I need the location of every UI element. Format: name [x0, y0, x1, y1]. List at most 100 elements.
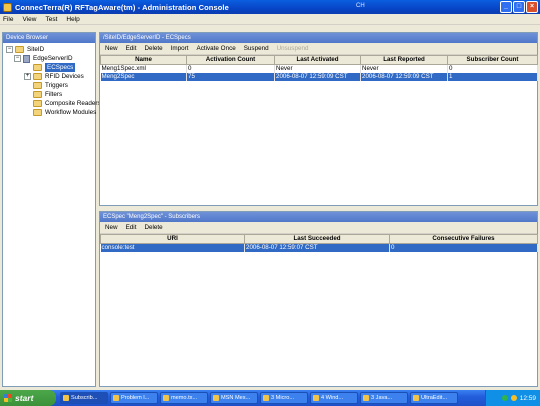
language-indicator: CH — [356, 3, 365, 9]
tree-item-siteid[interactable]: − SiteID — [6, 45, 44, 54]
window-title: ConnecTerra(R) RFTagAware(tm) - Administ… — [15, 2, 229, 12]
minimize-icon[interactable]: _ — [500, 1, 512, 13]
new-button[interactable]: New — [105, 45, 118, 52]
taskbar-item-label: memo.tx... — [171, 395, 198, 401]
table-row[interactable]: console:test 2006-08-07 12:59:07 CST 0 — [100, 243, 538, 252]
tree-item-label: SiteID — [27, 46, 45, 53]
column-header-name[interactable]: Name — [100, 55, 187, 65]
delete-button[interactable]: Delete — [144, 224, 162, 231]
server-icon — [23, 54, 30, 63]
folder-icon — [33, 109, 42, 116]
cell-name: Meng2Spec — [100, 73, 187, 81]
ecspecs-table: Name Activation Count Last Activated Las… — [100, 55, 538, 81]
app-icon — [363, 395, 369, 401]
app-icon — [413, 395, 419, 401]
taskbar-item[interactable]: 3 Micro... — [260, 392, 308, 404]
cell-consecutive-failures: 0 — [389, 243, 538, 252]
app-icon — [113, 395, 119, 401]
folder-icon — [33, 91, 42, 98]
tree-item-label: EdgeServerID — [33, 55, 73, 62]
network-icon[interactable] — [501, 395, 508, 401]
app-icon — [163, 395, 169, 401]
taskbar-item-label: Subscrib... — [71, 395, 98, 401]
expand-icon[interactable]: + — [24, 73, 31, 80]
subscribers-panel-title: ECSpec "Meng2Spec" - Subscribers — [100, 212, 537, 222]
tree-item-edgeserver[interactable]: − EdgeServerID — [14, 54, 73, 63]
tree-item-triggers[interactable]: Triggers — [33, 81, 68, 90]
cell-name: Meng1Spec.xml — [100, 64, 187, 73]
menu-help[interactable]: Help — [66, 16, 79, 23]
subscribers-table: URI Last Succeeded Consecutive Failures … — [100, 234, 538, 252]
taskbar-item[interactable]: Problem l... — [110, 392, 158, 404]
import-button[interactable]: Import — [171, 45, 189, 52]
cell-uri: console:test — [100, 243, 245, 252]
activate-once-button[interactable]: Activate Once — [197, 45, 236, 52]
tree-item-filters[interactable]: Filters — [33, 90, 62, 99]
taskbar-tasks: Subscrib... Problem l... memo.tx... MSN … — [60, 392, 458, 404]
menu-view[interactable]: View — [22, 16, 36, 23]
clock[interactable]: 12:59 — [520, 395, 536, 402]
tree-item-label: Composite Readers — [45, 100, 101, 107]
tree-item-label: Workflow Modules — [45, 109, 97, 116]
start-button[interactable]: start — [0, 390, 56, 406]
taskbar-item[interactable]: 4 Wind... — [310, 392, 358, 404]
menu-file[interactable]: File — [3, 16, 13, 23]
taskbar-item-label: 3 Java... — [371, 395, 393, 401]
edit-button[interactable]: Edit — [126, 224, 137, 231]
taskbar-item[interactable]: UltraEdit... — [410, 392, 458, 404]
edit-button[interactable]: Edit — [126, 45, 137, 52]
cell-last-reported: 2006-08-07 12:59:09 CST — [360, 73, 448, 81]
subscribers-toolbar: New Edit Delete — [100, 222, 537, 234]
ecspecs-panel: /SiteID/EdgeServerID - ECSpecs New Edit … — [99, 32, 538, 206]
taskbar-item[interactable]: 3 Java... — [360, 392, 408, 404]
tree-item-ecspecs[interactable]: ECSpecs — [33, 63, 76, 72]
cell-last-activated: Never — [274, 64, 361, 73]
app-icon — [63, 395, 69, 401]
taskbar-item[interactable]: MSN Mes... — [210, 392, 258, 404]
taskbar-item-label: 4 Wind... — [321, 395, 344, 401]
app-icon — [213, 395, 219, 401]
menu-bar: File View Test Help — [0, 14, 540, 25]
tree-item-composite-readers[interactable]: Composite Readers — [33, 99, 101, 108]
taskbar-item-label: 3 Micro... — [271, 395, 295, 401]
ecspecs-panel-title: /SiteID/EdgeServerID - ECSpecs — [100, 33, 537, 43]
device-browser-panel: Device Browser − SiteID − EdgeServerID E… — [2, 32, 101, 387]
unsuspend-button[interactable]: Unsuspend — [277, 45, 309, 52]
taskbar: start Subscrib... Problem l... memo.tx..… — [0, 390, 540, 406]
window-title-bar[interactable]: ConnecTerra(R) RFTagAware(tm) - Administ… — [0, 0, 540, 14]
column-header-last-activated[interactable]: Last Activated — [274, 55, 361, 65]
table-row[interactable]: Meng1Spec.xml 0 Never Never 0 — [100, 64, 538, 73]
device-browser-title: Device Browser — [3, 33, 95, 43]
tree-item-workflow-modules[interactable]: Workflow Modules — [33, 108, 96, 117]
column-header-subscriber-count[interactable]: Subscriber Count — [447, 55, 538, 65]
new-button[interactable]: New — [105, 224, 118, 231]
collapse-icon[interactable]: − — [6, 46, 13, 53]
cell-activation-count: 0 — [186, 64, 275, 73]
table-row[interactable]: Meng2Spec 75 2006-08-07 12:59:09 CST 200… — [100, 73, 538, 81]
folder-icon — [33, 100, 42, 107]
volume-icon[interactable] — [510, 395, 517, 401]
collapse-icon[interactable]: − — [14, 55, 21, 62]
column-header-activation-count[interactable]: Activation Count — [186, 55, 275, 65]
taskbar-item[interactable]: Subscrib... — [60, 392, 108, 404]
column-header-last-succeeded[interactable]: Last Succeeded — [244, 234, 390, 244]
column-header-last-reported[interactable]: Last Reported — [360, 55, 448, 65]
suspend-button[interactable]: Suspend — [244, 45, 269, 52]
app-icon — [3, 2, 12, 12]
maximize-icon[interactable]: □ — [513, 1, 525, 13]
tree-item-rfid-devices[interactable]: + RFID Devices — [24, 72, 84, 81]
app-icon — [263, 395, 269, 401]
tree-item-label: RFID Devices — [45, 73, 84, 80]
tree-item-label: Filters — [45, 91, 63, 98]
column-header-consecutive-failures[interactable]: Consecutive Failures — [389, 234, 538, 244]
menu-test[interactable]: Test — [45, 16, 57, 23]
cell-last-reported: Never — [360, 64, 448, 73]
subscribers-panel: ECSpec "Meng2Spec" - Subscribers New Edi… — [99, 211, 538, 387]
delete-button[interactable]: Delete — [144, 45, 162, 52]
column-header-uri[interactable]: URI — [100, 234, 245, 244]
tree-item-label: ECSpecs — [45, 63, 76, 72]
folder-icon — [33, 64, 42, 71]
taskbar-item[interactable]: memo.tx... — [160, 392, 208, 404]
close-icon[interactable]: × — [526, 1, 538, 13]
system-tray: 12:59 — [485, 390, 540, 406]
